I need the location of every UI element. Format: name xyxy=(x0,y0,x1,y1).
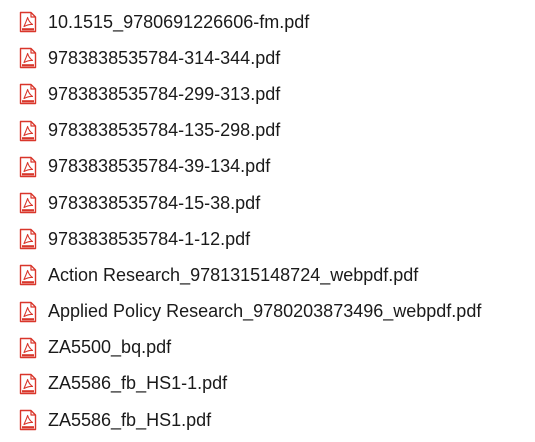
file-item[interactable]: Action Research_9781315148724_webpdf.pdf xyxy=(0,257,535,293)
pdf-file-icon xyxy=(19,156,37,178)
file-item[interactable]: 9783838535784-299-313.pdf xyxy=(0,76,535,112)
file-item[interactable]: ZA5586_fb_HS1-1.pdf xyxy=(0,366,535,402)
file-item[interactable]: 9783838535784-314-344.pdf xyxy=(0,40,535,76)
file-name: ZA5500_bq.pdf xyxy=(48,337,172,358)
pdf-file-icon xyxy=(19,337,37,358)
file-name: 9783838535784-135-298.pdf xyxy=(48,120,281,141)
file-name: ZA5586_fb_HS1-1.pdf xyxy=(48,373,228,394)
file-item[interactable]: 9783838535784-15-38.pdf xyxy=(0,185,535,221)
file-name: ZA5586_fb_HS1.pdf xyxy=(48,409,212,430)
file-name: 9783838535784-39-134.pdf xyxy=(48,156,271,177)
pdf-file-icon xyxy=(19,11,37,33)
file-name: 9783838535784-314-344.pdf xyxy=(48,47,281,68)
file-item[interactable]: ZA5586_fb_HS1.pdf xyxy=(0,402,535,438)
file-item[interactable]: 10.1515_9780691226606-fm.pdf xyxy=(0,4,535,40)
file-name: 9783838535784-15-38.pdf xyxy=(48,192,261,213)
file-item[interactable]: 9783838535784-135-298.pdf xyxy=(0,113,535,149)
file-item[interactable]: Applied Policy Research_9780203873496_we… xyxy=(0,294,535,330)
file-name: 9783838535784-1-12.pdf xyxy=(48,228,251,249)
file-name: 9783838535784-299-313.pdf xyxy=(48,83,281,104)
pdf-file-icon xyxy=(19,120,37,141)
pdf-file-icon xyxy=(19,229,37,250)
file-item[interactable]: 9783838535784-39-134.pdf xyxy=(0,149,535,185)
pdf-file-icon xyxy=(19,192,37,214)
pdf-file-icon xyxy=(19,409,37,431)
file-item[interactable]: ZA5500_bq.pdf xyxy=(0,330,535,366)
pdf-file-icon xyxy=(19,373,37,395)
pdf-file-icon xyxy=(19,301,37,322)
file-list: 10.1515_9780691226606-fm.pdf 97838385357… xyxy=(0,4,535,438)
pdf-file-icon xyxy=(19,48,37,69)
file-name: 10.1515_9780691226606-fm.pdf xyxy=(48,11,310,32)
file-name: Applied Policy Research_9780203873496_we… xyxy=(48,301,482,322)
file-item[interactable]: 9783838535784-1-12.pdf xyxy=(0,221,535,257)
file-name: Action Research_9781315148724_webpdf.pdf xyxy=(48,264,419,285)
pdf-file-icon xyxy=(19,84,37,105)
pdf-file-icon xyxy=(19,265,37,286)
